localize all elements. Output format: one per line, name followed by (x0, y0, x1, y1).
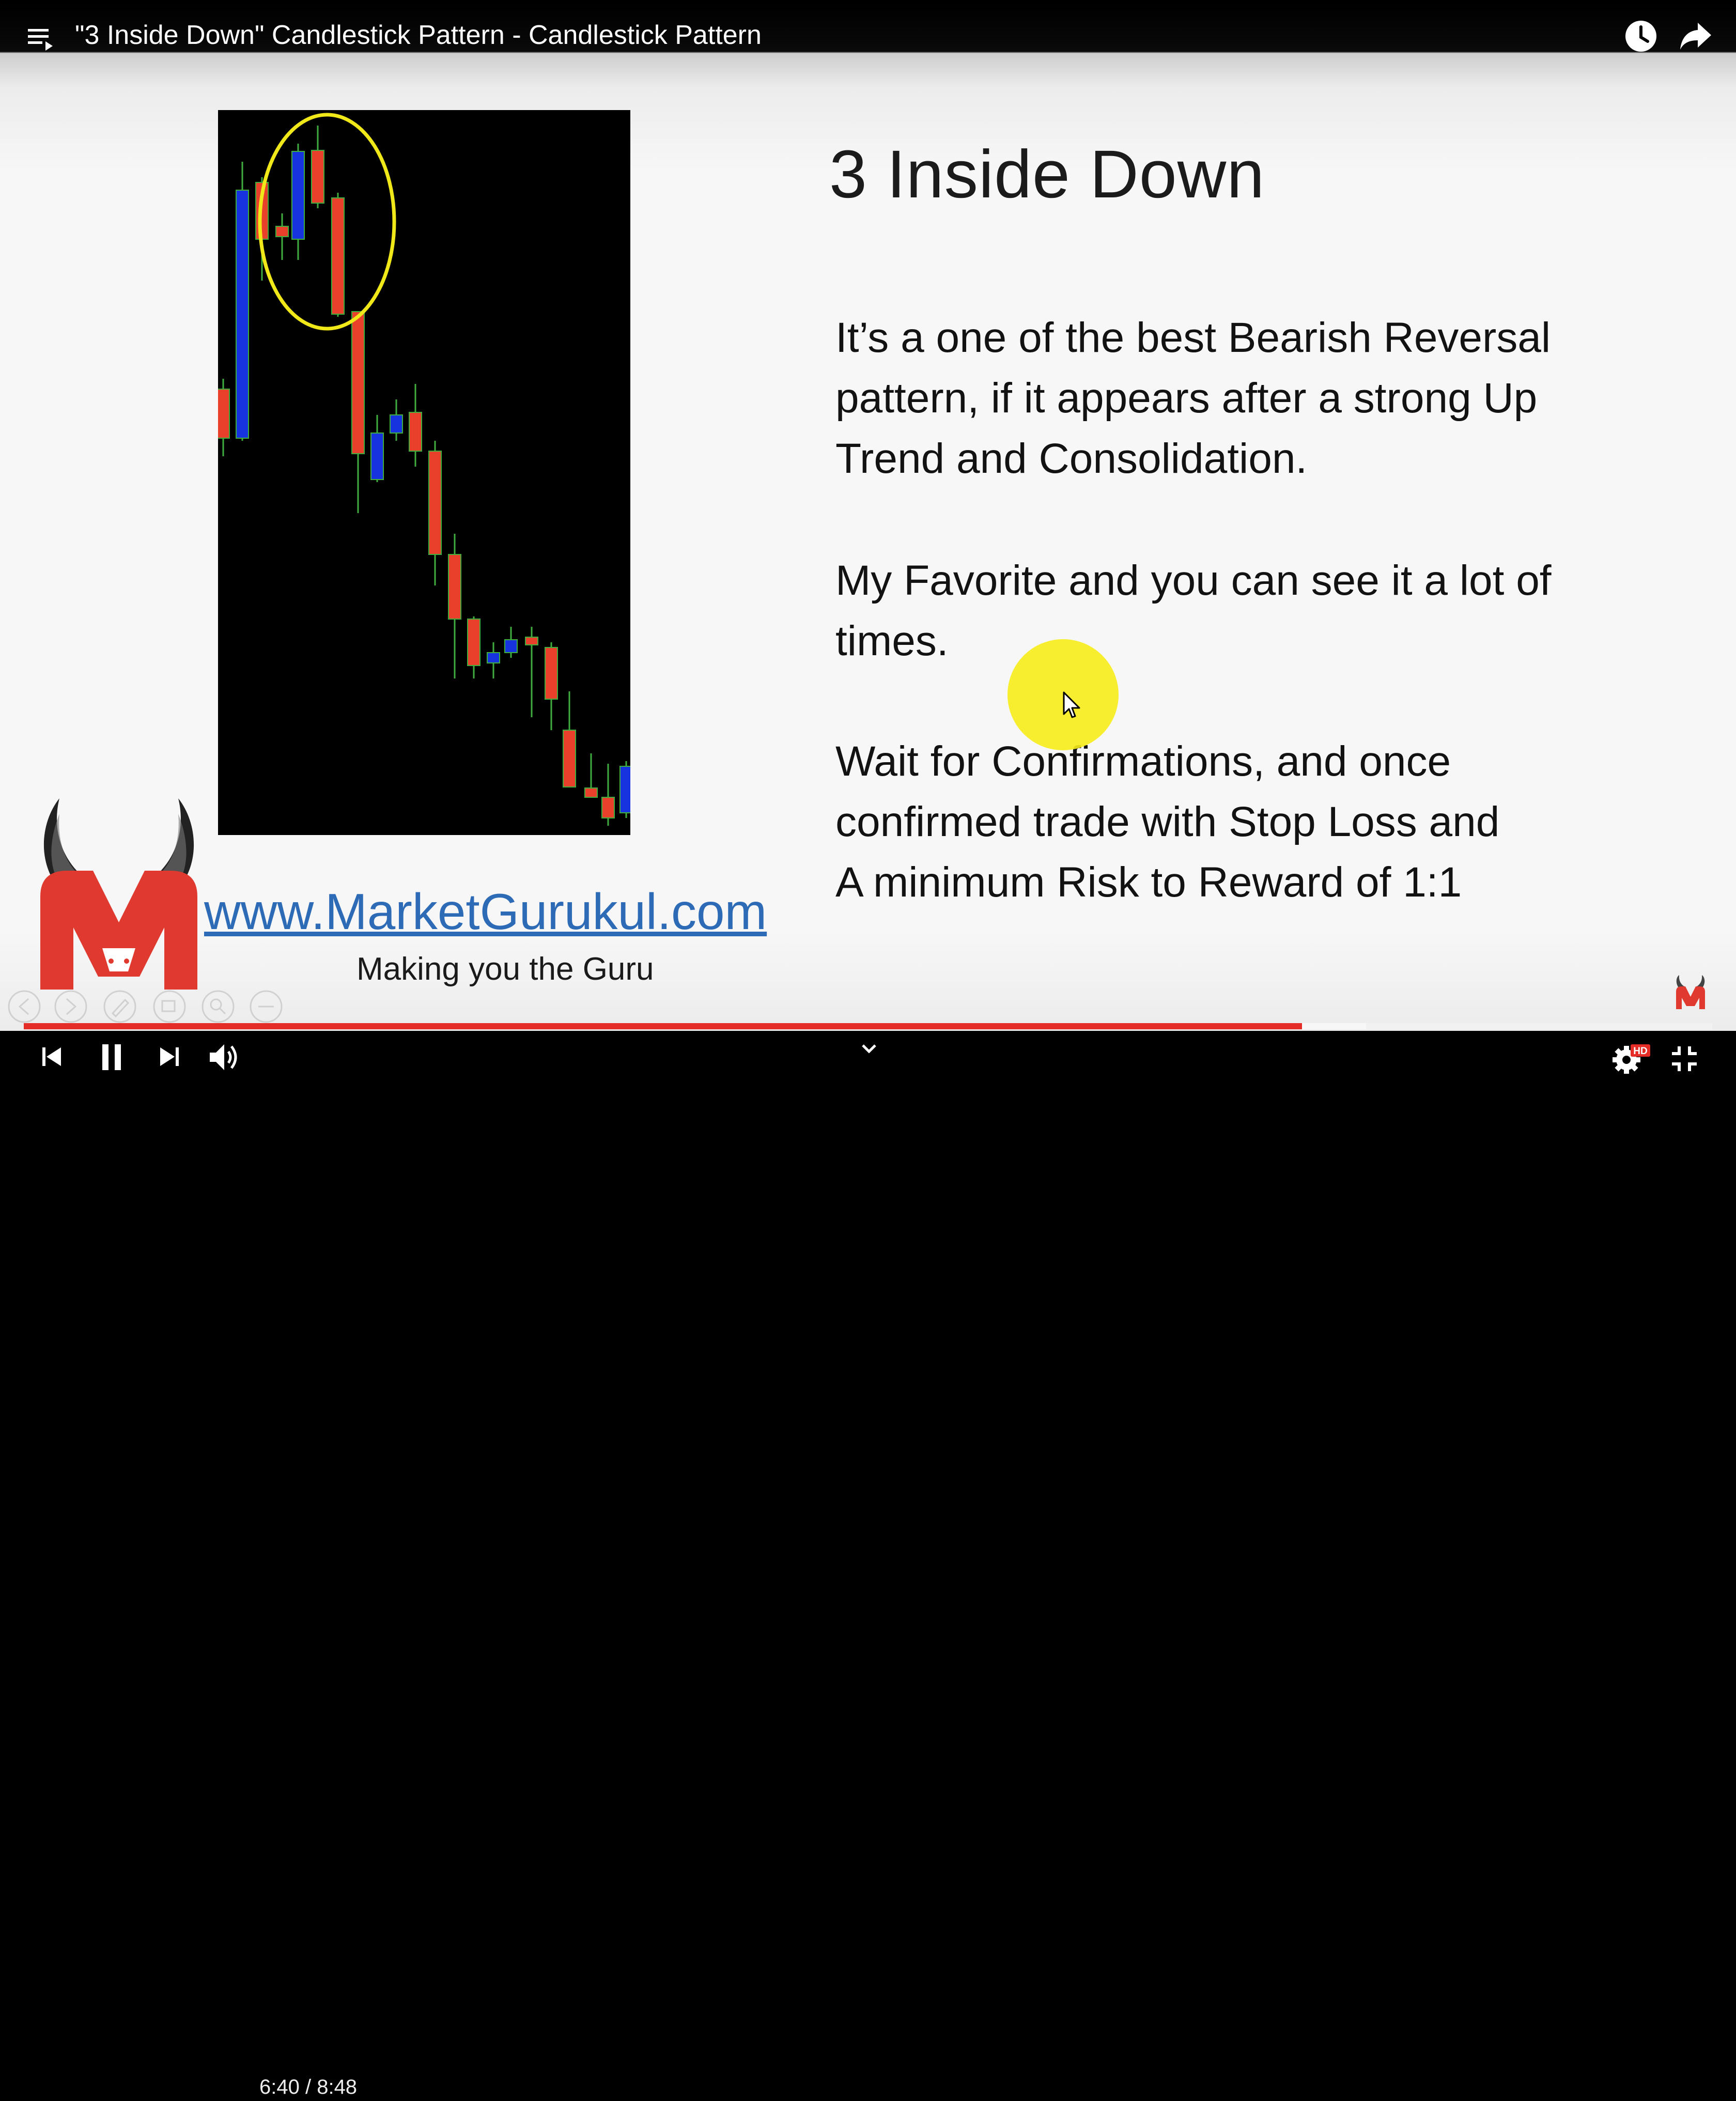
candle-body (291, 151, 305, 240)
next-icon[interactable] (158, 1045, 181, 1068)
previous-icon[interactable] (40, 1045, 63, 1068)
candle-body (351, 311, 365, 454)
candle-body (311, 150, 324, 204)
candle-body (409, 412, 422, 452)
video-frame[interactable]: 3 Inside Down It’s a one of the best Bea… (0, 0, 1736, 1031)
market-gurukul-logo (40, 798, 197, 990)
candle-body (370, 432, 384, 480)
video-title[interactable]: "3 Inside Down" Candlestick Pattern - Ca… (75, 18, 762, 52)
candle-body (601, 797, 615, 818)
candle-body (467, 619, 481, 666)
video-title-bar: "3 Inside Down" Candlestick Pattern - Ca… (0, 0, 1736, 53)
settings-icon[interactable]: HD (1611, 1041, 1651, 1075)
progress-played (24, 1023, 1302, 1029)
tagline: Making you the Guru (357, 951, 654, 987)
paragraph-bearish-reversal: It’s a one of the best Bearish Reversal … (835, 307, 1703, 489)
watch-later-icon[interactable] (1624, 20, 1657, 53)
paragraph-favorite: My Favorite and you can see it a lot of … (835, 550, 1703, 671)
paragraph-line: Wait for Confirmations, and once (835, 738, 1451, 785)
current-time: 6:40 (259, 2076, 300, 2098)
candle-body (619, 766, 630, 813)
exit-fullscreen-icon[interactable] (1671, 1045, 1698, 1072)
player-controls: 6:40 / 8:48 HD (0, 1031, 1736, 2098)
time-separator: / (299, 2076, 317, 2098)
candle-body (236, 190, 249, 439)
candle-body (331, 197, 345, 315)
time-display: 6:40 / 8:48 (259, 2073, 357, 2101)
slide-title: 3 Inside Down (829, 136, 1265, 212)
candle-body (487, 652, 500, 663)
paragraph-line: A minimum Risk to Reward of 1:1 (835, 859, 1462, 906)
candle-body (390, 414, 403, 434)
playlist-icon[interactable] (27, 27, 55, 52)
slideshow-toolbar (8, 990, 283, 1023)
chevron-down-icon[interactable] (860, 1042, 878, 1055)
candle-body (584, 787, 598, 798)
candle-body (545, 647, 558, 700)
candle-body (525, 637, 538, 645)
candle-body (428, 451, 442, 555)
candlestick-chart-image (218, 110, 630, 835)
candle-body (563, 730, 576, 787)
hd-badge-label: HD (1633, 1046, 1647, 1057)
paragraph-line: It’s a one of the best Bearish Reversal (835, 314, 1551, 361)
paragraph-line: pattern, if it appears after a strong Up (835, 375, 1538, 422)
share-icon[interactable] (1679, 22, 1712, 51)
paragraph-line: times. (835, 617, 949, 665)
duration: 8:48 (317, 2076, 358, 2098)
progress-bar[interactable] (24, 1023, 1712, 1029)
pause-icon[interactable] (99, 1043, 124, 1071)
paragraph-line: My Favorite and you can see it a lot of (835, 557, 1552, 604)
volume-icon[interactable] (209, 1042, 241, 1072)
website-link[interactable]: www.MarketGurukul.com (204, 881, 767, 942)
channel-watermark-logo[interactable] (1674, 974, 1707, 1010)
candle-body (218, 389, 230, 439)
mouse-pointer-icon (1063, 691, 1080, 718)
candle-body (448, 554, 461, 620)
paragraph-line: confirmed trade with Stop Loss and (835, 798, 1500, 845)
candle-body (504, 639, 518, 653)
candle-body (275, 226, 289, 237)
paragraph-line: Trend and Consolidation. (835, 435, 1308, 482)
paragraph-confirmations: Wait for Confirmations, and once confirm… (835, 731, 1703, 913)
